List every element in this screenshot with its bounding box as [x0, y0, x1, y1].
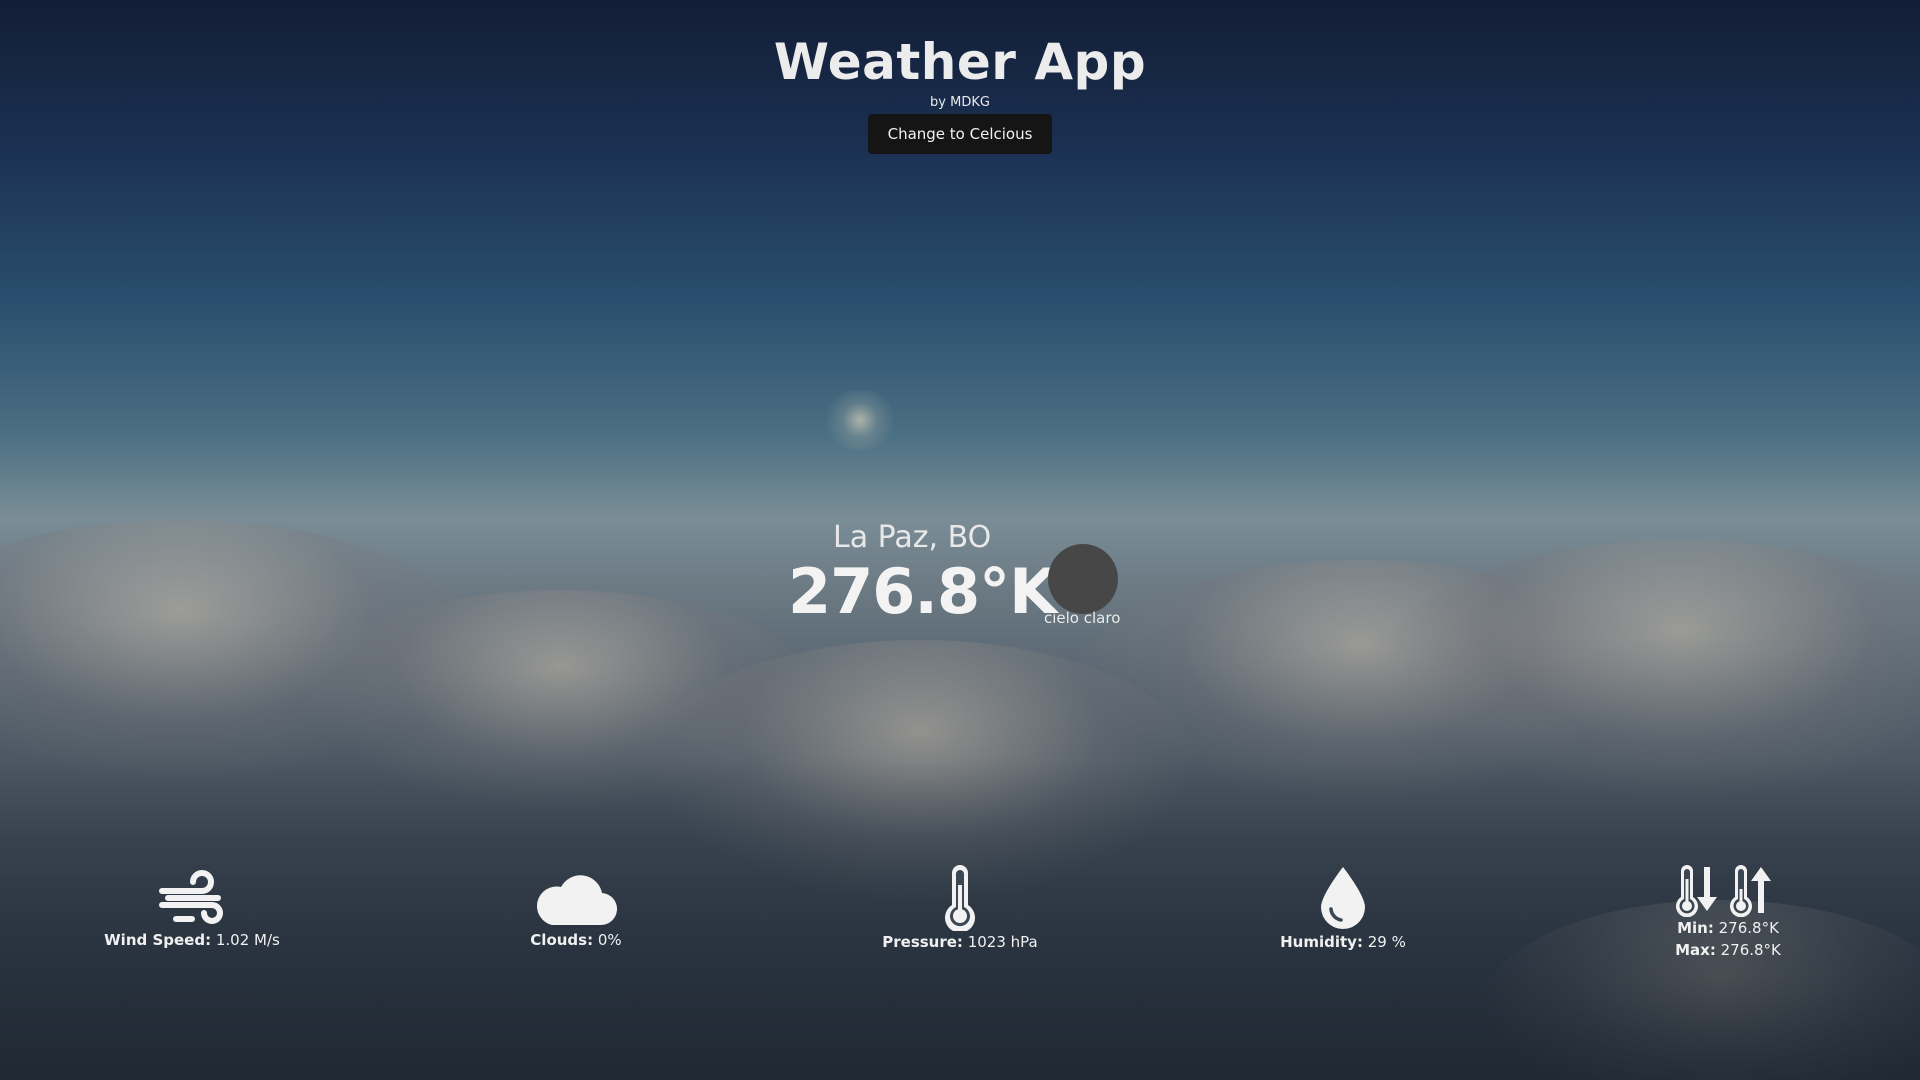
sun-glow — [820, 390, 900, 450]
thermometer-icon — [945, 865, 975, 931]
weather-condition-icon — [1048, 544, 1118, 614]
wind-speed-label: Wind Speed: — [104, 931, 212, 949]
stat-min-max: Min: 276.8°K Max: 276.8°K — [1650, 865, 1806, 961]
cloud-bank — [1080, 560, 1640, 800]
max-temp-label: Max: — [1675, 941, 1716, 959]
cloud-icon — [536, 875, 618, 926]
clouds-value: 0% — [597, 931, 622, 949]
cloud-bank — [0, 520, 480, 780]
location-label: La Paz, BO — [833, 520, 992, 555]
stat-pressure: Pressure: 1023 hPa — [870, 865, 1050, 953]
max-temp-value: 276.8°K — [1720, 941, 1781, 959]
weather-stats: Wind Speed: 1.02 M/s Clouds: 0% Pressure… — [0, 865, 1920, 975]
cloud-bank — [300, 590, 820, 810]
change-unit-button[interactable]: Change to Celcious — [867, 114, 1053, 154]
stat-wind-speed: Wind Speed: 1.02 M/s — [100, 865, 284, 951]
min-temp-value: 276.8°K — [1718, 919, 1779, 937]
wind-speed-value: 1.02 M/s — [215, 931, 280, 949]
author-byline: by MDKG — [930, 95, 990, 110]
clouds-label: Clouds: — [530, 931, 594, 949]
cloud-bank — [640, 640, 1200, 900]
temperature-min-max-icon — [1676, 865, 1771, 917]
app-header: Weather App by MDKG Change to Celcious — [0, 30, 1920, 154]
pressure-label: Pressure: — [882, 933, 963, 951]
weather-description: cielo claro — [1044, 609, 1121, 627]
humidity-value: 29 % — [1367, 933, 1406, 951]
stat-clouds: Clouds: 0% — [496, 865, 656, 951]
min-temp-label: Min: — [1677, 919, 1714, 937]
pressure-value: 1023 hPa — [967, 933, 1038, 951]
cloud-bank — [1380, 540, 1920, 800]
humidity-label: Humidity: — [1280, 933, 1363, 951]
water-drop-icon — [1321, 867, 1365, 929]
app-title: Weather App — [773, 33, 1147, 91]
wind-icon — [159, 870, 223, 924]
stat-humidity: Humidity: 29 % — [1253, 865, 1433, 953]
current-temperature: 276.8°K — [788, 555, 1057, 628]
